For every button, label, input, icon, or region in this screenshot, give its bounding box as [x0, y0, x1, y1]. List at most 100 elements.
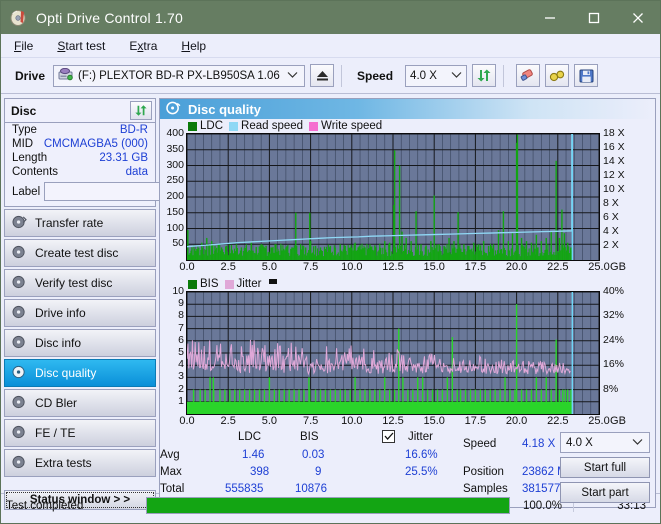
stats-max-bis: 9: [315, 466, 321, 478]
content-area: Disc quality LDC Read speed: [159, 94, 660, 493]
disc-key-length: Length: [12, 152, 47, 164]
x-tick-label: 12.5: [382, 415, 403, 427]
y2-tick-label: 40%: [603, 285, 624, 297]
drive-select[interactable]: (F:) PLEXTOR BD-R PX-LB950SA 1.06: [53, 65, 305, 87]
x-tick-label: 15.0: [423, 261, 444, 273]
y-tick-label: 5: [178, 346, 184, 358]
stats-avg-jitter: 16.6%: [405, 449, 438, 461]
x-tick-label: 22.5: [547, 261, 568, 273]
disc-key-contents: Contents: [12, 166, 58, 178]
x-tick-label: 2.5: [221, 415, 236, 427]
eraser-button[interactable]: [516, 64, 540, 87]
y2-tick-label: 8%: [603, 383, 618, 395]
window-controls: [528, 1, 660, 34]
menu-start-test[interactable]: Start test: [54, 37, 108, 55]
title-bar: Opti Drive Control 1.70: [1, 1, 660, 34]
speed-value: 4.0 X: [410, 70, 437, 82]
legend-bis: BIS: [188, 278, 219, 290]
stats-header-bis: BIS: [300, 431, 319, 443]
panel-title: Disc quality: [188, 102, 261, 117]
legend-jitter: Jitter: [225, 278, 262, 290]
x-tick-label: 10.0: [341, 415, 362, 427]
bottom-chart-plot-row: 12345678910 8%16%24%32%40%: [160, 291, 655, 415]
app-disc-icon: [10, 9, 28, 27]
legend-swatch-jitter: [225, 280, 234, 289]
speed-select[interactable]: 4.0 X: [405, 65, 467, 87]
stats-max-jitter: 25.5%: [405, 466, 438, 478]
x-tick-label: 5.0: [262, 415, 277, 427]
x-tick-label: 25.0: [588, 261, 609, 273]
sidebar-item-create-test-disc[interactable]: Create test disc: [4, 239, 156, 267]
y-tick-label: 50: [172, 237, 184, 249]
disc-refresh-button[interactable]: [130, 101, 152, 120]
sidebar-item-transfer-rate[interactable]: Transfer rate: [4, 209, 156, 237]
y-tick-label: 1: [178, 395, 184, 407]
y-tick-label: 8: [178, 309, 184, 321]
y-tick-label: 100: [166, 222, 184, 234]
y-tick-label: 3: [178, 370, 184, 382]
refresh-button[interactable]: [472, 64, 496, 87]
sidebar-item-drive-info[interactable]: Drive info: [4, 299, 156, 327]
disc-test-icon: [12, 275, 27, 292]
eject-button[interactable]: [310, 64, 334, 87]
sidebar-label-verify-test-disc: Verify test disc: [35, 276, 112, 290]
stats-header-jitter: Jitter: [408, 431, 433, 443]
sidebar-item-fe-te[interactable]: FE / TE: [4, 419, 156, 447]
sidebar-item-disc-quality[interactable]: Disc quality: [4, 359, 156, 387]
bottom-chart: BIS Jitter 12345678910 8%16%24%32%40% 0: [160, 277, 655, 429]
disc-value-type: BD-R: [120, 124, 148, 136]
sidebar-label-drive-info: Drive info: [35, 306, 86, 320]
start-full-button[interactable]: Start full: [560, 457, 650, 478]
bottom-chart-x-axis: 0.02.55.07.510.012.515.017.520.022.525.0…: [186, 415, 655, 429]
disc-key-mid: MID: [12, 138, 33, 150]
x-tick-label: 17.5: [465, 261, 486, 273]
disc-label-key: Label: [12, 186, 40, 198]
sidebar-item-disc-info[interactable]: Disc info: [4, 329, 156, 357]
minimize-icon[interactable]: [528, 1, 572, 34]
glasses-button[interactable]: [545, 64, 569, 87]
sidebar-item-verify-test-disc[interactable]: Verify test disc: [4, 269, 156, 297]
disc-test-icon: [12, 245, 27, 262]
disc-info-header: Disc: [5, 99, 155, 123]
x-tick-label: 17.5: [465, 415, 486, 427]
chevron-down-icon[interactable]: [287, 71, 298, 79]
y2-tick-label: 24%: [603, 334, 624, 346]
checkbox-checked-icon[interactable]: [382, 430, 395, 443]
stats-speed-value: 4.18 X: [522, 438, 555, 450]
menu-help[interactable]: Help: [178, 37, 209, 55]
y2-tick-label: 18 X: [603, 127, 625, 139]
y-tick-label: 4: [178, 358, 184, 370]
sidebar-label-disc-info: Disc info: [35, 336, 81, 350]
stats-row-label-total: Total: [160, 483, 184, 495]
legend-label-jitter: Jitter: [237, 278, 262, 290]
chevron-down-icon[interactable]: [451, 71, 462, 79]
test-speed-select[interactable]: 4.0 X: [560, 432, 650, 453]
chevron-down-icon[interactable]: [632, 438, 643, 446]
menu-file[interactable]: FFileile: [11, 37, 36, 55]
y-tick-label: 300: [166, 159, 184, 171]
legend-label-read-speed: Read speed: [241, 120, 303, 132]
disc-test-icon: [12, 215, 27, 232]
disc-row-length: Length 23.31 GB: [5, 151, 155, 165]
top-chart-plot: [186, 133, 600, 261]
stats-jitter-checkbox[interactable]: [382, 430, 395, 443]
maximize-icon[interactable]: [572, 1, 616, 34]
window-title: Opti Drive Control 1.70: [36, 10, 183, 26]
test-speed-value: 4.0 X: [566, 437, 593, 449]
disc-info-box: Disc Type BD-R MID CMCMAGBA5 (000): [4, 98, 156, 207]
start-part-button[interactable]: Start part: [560, 482, 650, 503]
sidebar-item-cd-bler[interactable]: CD Bler: [4, 389, 156, 417]
x-tick-label: 0.0: [179, 415, 194, 427]
disc-row-mid: MID CMCMAGBA5 (000): [5, 137, 155, 151]
close-icon[interactable]: [616, 1, 660, 34]
disc-test-icon: [12, 335, 27, 352]
save-button[interactable]: [574, 64, 598, 87]
sidebar: Disc Type BD-R MID CMCMAGBA5 (000): [1, 94, 159, 493]
y2-tick-label: 14 X: [603, 155, 625, 167]
y-tick-label: 2: [178, 383, 184, 395]
y-tick-label: 7: [178, 322, 184, 334]
x-tick-label: 0.0: [179, 261, 194, 273]
sidebar-item-extra-tests[interactable]: Extra tests: [4, 449, 156, 477]
menu-extra[interactable]: Extra: [126, 37, 160, 55]
legend-ldc: LDC: [188, 120, 223, 132]
